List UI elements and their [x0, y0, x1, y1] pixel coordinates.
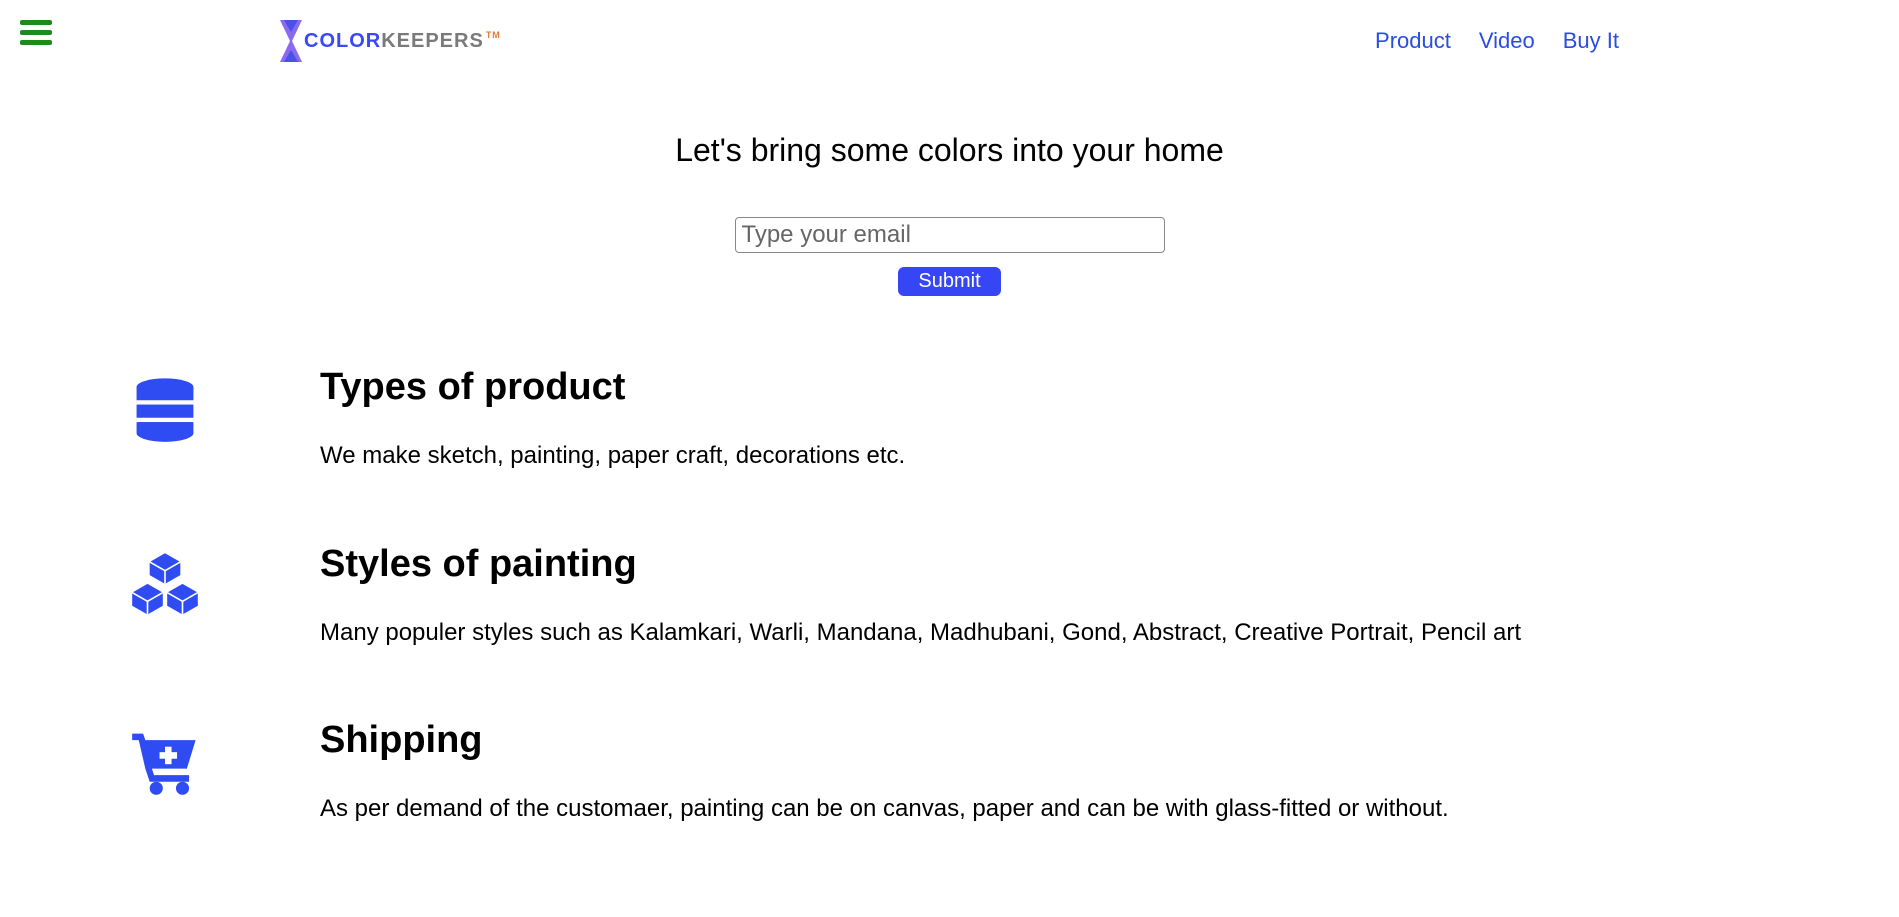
feature-title: Styles of painting: [320, 543, 1839, 586]
hamburger-menu-button[interactable]: [20, 18, 52, 51]
feature-description: As per demand of the customaer, painting…: [320, 792, 1839, 826]
feature-types: Types of product We make sketch, paintin…: [130, 366, 1839, 473]
logo-mark-icon: [280, 20, 302, 62]
feature-content: Types of product We make sketch, paintin…: [320, 366, 1839, 473]
features-section: Types of product We make sketch, paintin…: [0, 366, 1899, 826]
brand-name: COLORKEEPERSTM: [304, 30, 501, 53]
feature-content: Styles of painting Many populer styles s…: [320, 543, 1839, 650]
hamburger-icon: [20, 18, 52, 46]
nav-video[interactable]: Video: [1479, 28, 1535, 54]
database-icon: [130, 374, 200, 444]
feature-shipping: Shipping As per demand of the customaer,…: [130, 719, 1839, 826]
header: COLORKEEPERSTM Product Video Buy It: [0, 0, 1899, 82]
hero-section: Let's bring some colors into your home S…: [0, 132, 1899, 296]
feature-content: Shipping As per demand of the customaer,…: [320, 719, 1839, 826]
feature-title: Types of product: [320, 366, 1839, 409]
feature-styles: Styles of painting Many populer styles s…: [130, 543, 1839, 650]
main-nav: Product Video Buy It: [1375, 28, 1619, 54]
email-input[interactable]: [735, 217, 1165, 253]
feature-title: Shipping: [320, 719, 1839, 762]
brand-logo[interactable]: COLORKEEPERSTM: [280, 20, 501, 62]
nav-buy[interactable]: Buy It: [1563, 28, 1619, 54]
feature-description: Many populer styles such as Kalamkari, W…: [320, 616, 1839, 650]
nav-product[interactable]: Product: [1375, 28, 1451, 54]
submit-button[interactable]: Submit: [898, 267, 1000, 296]
hero-title: Let's bring some colors into your home: [0, 132, 1899, 169]
email-form: Submit: [0, 217, 1899, 296]
feature-description: We make sketch, painting, paper craft, d…: [320, 439, 1839, 473]
cart-plus-icon: [130, 727, 200, 797]
cubes-icon: [130, 551, 200, 621]
